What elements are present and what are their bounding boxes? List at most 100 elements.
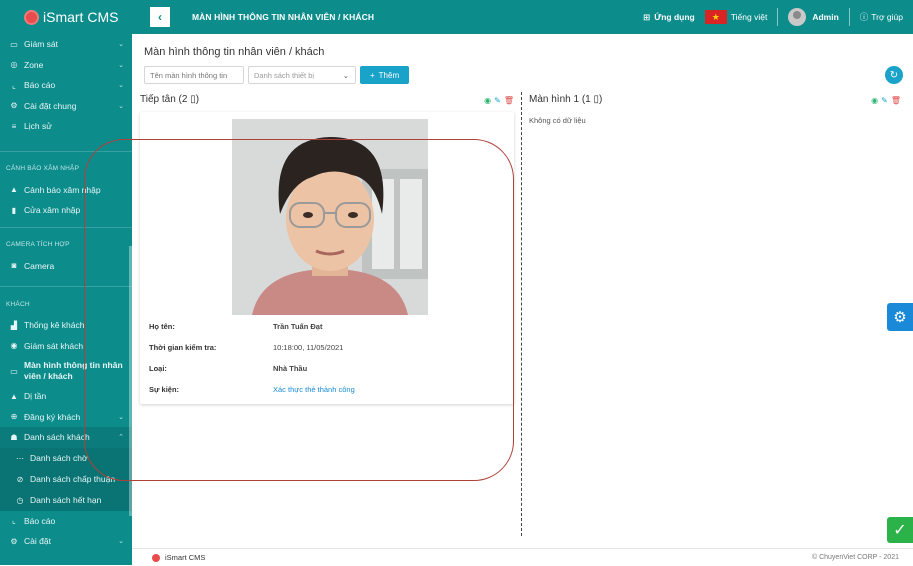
users-icon: ☗ [10,432,18,442]
check-icon: ✓ [893,522,907,539]
sidebar-item-label: Báo cáo [24,515,56,526]
separator [777,8,779,26]
chevron-down-icon: ⌄ [118,41,124,49]
sidebar-item-canh-bao-xam-nhap[interactable]: ▲ Cảnh báo xâm nhập [0,180,132,201]
sidebar-item-danh-sach-khach[interactable]: ☗ Danh sách khách ⌃ [0,427,132,448]
refresh-button[interactable]: ↻ [885,66,903,84]
chart-icon: ⌞ [12,80,16,90]
edit-icon[interactable]: ✎ [881,96,888,105]
sidebar-section-camera: CAMERA TÍCH HỢP [6,241,70,248]
view-icon[interactable]: ◉ [484,96,491,105]
empty-state-text: Không có dữ liệu [529,116,586,125]
screen-column-tiep-tan: Tiếp tân (2 ▯) ◉ ✎ 🗑 Họ tên: Trần Tuấn Đ… [138,92,520,536]
vietnam-flag-icon: ★ [704,10,727,24]
device-select-value: Danh sách thiết bị [254,70,315,80]
field-value[interactable]: Xác thực thẻ thành công [273,385,355,394]
dots-icon: ⋯ [16,453,24,463]
sidebar-item-label: Giám sát [24,39,59,50]
footer-copyright: © ChuyenViet CORP - 2021 [811,554,899,561]
sidebar-item-di-tan[interactable]: ▲ Dị tần [0,386,132,407]
sidebar-item-label: Cảnh báo xâm nhập [24,184,101,195]
sidebar-item-bao-cao[interactable]: ⌞ Báo cáo ⌄ [0,75,132,96]
logo-icon [26,11,37,23]
visitor-card[interactable]: Họ tên: Trần Tuấn Đạt Thời gian kiểm tra… [140,112,514,404]
sidebar-item-label: Danh sách chấp thuận [30,474,116,484]
delete-icon[interactable]: 🗑 [504,96,514,105]
sidebar-item-label: Dị tần [24,391,47,402]
search-input[interactable] [144,66,244,84]
gear-icon: ⚙ [893,309,907,326]
sidebar-item-cai-dat[interactable]: ⚙ Cài đặt ⌄ [0,531,132,552]
sidebar-item-giam-sat-khach[interactable]: ◉ Giám sát khách [0,336,132,357]
sidebar-item-label: Giám sát khách [24,340,84,351]
sidebar-item-label: Màn hình thông tin nhân viên / khách [24,360,123,381]
apps-menu[interactable]: ⊞ Ứng dụng [643,12,695,23]
gear-icon: ⚙ [10,101,18,111]
sidebar-item-label: Cài đặt [24,536,51,547]
help-icon: ⓘ [859,12,869,22]
sidebar-item-label: Cửa xâm nhập [24,205,81,216]
sidebar-top-group: ▭ Giám sát ⌄ ◎ Zone ⌄ ⌞ Báo cáo ⌄ ⚙ Cài … [0,34,132,137]
app-logo[interactable]: iSmart CMS [0,0,132,34]
avatar-icon [788,8,807,26]
top-bar: ‹ MÀN HÌNH THÔNG TIN NHÂN VIÊN / KHÁCH ⊞… [132,0,913,34]
footer: iSmart CMS © ChuyenViet CORP - 2021 [132,548,913,566]
field-label: Họ tên: [149,322,175,331]
sidebar-item-camera[interactable]: ◙ Camera [0,256,132,277]
field-label: Sự kiện: [149,385,180,394]
sidebar-item-thong-ke-khach[interactable]: ▟ Thống kê khách [0,315,132,336]
sidebar-subitem-danh-sach-chap-thuan[interactable]: ⊘ Danh sách chấp thuận [0,469,132,490]
user-menu[interactable]: Admin [788,8,839,26]
check-circle-icon: ⊘ [16,474,24,484]
sidebar-item-label: Cài đặt chung [24,100,77,111]
sidebar-item-bao-cao-2[interactable]: ⌞ Báo cáo [0,511,132,532]
screen-column-man-hinh-1: Màn hình 1 (1 ▯) ◉ ✎ 🗑 Không có dữ liệu [527,92,907,536]
sidebar-item-man-hinh-thong-tin[interactable]: ▭ Màn hình thông tin nhân viên / khách [0,356,132,386]
sidebar-item-label: Thống kê khách [24,320,85,331]
sidebar-item-giam-sat[interactable]: ▭ Giám sát ⌄ [0,34,132,55]
sidebar-item-label: Lịch sử [24,121,52,132]
toolbar: Danh sách thiết bị ⌄ + Thêm [144,66,410,84]
add-button[interactable]: + Thêm [360,66,410,84]
chevron-down-icon: ⌄ [118,413,124,421]
field-value: 10:18:00, 11/05/2021 [273,343,344,352]
visitor-field-check-time: Thời gian kiểm tra: 10:18:00, 11/05/2021 [149,343,509,352]
confirm-float-button[interactable]: ✓ [887,517,913,543]
device-select[interactable]: Danh sách thiết bị ⌄ [248,66,356,84]
sidebar-item-cai-dat-chung[interactable]: ⚙ Cài đặt chung ⌄ [0,96,132,117]
chevron-down-icon: ⌄ [118,102,124,110]
sidebar-item-dang-ky-khach[interactable]: ⊕ Đăng ký khách ⌄ [0,407,132,428]
delete-icon[interactable]: 🗑 [891,96,901,105]
sidebar-item-zone[interactable]: ◎ Zone ⌄ [0,55,132,76]
chart-icon: ⌞ [12,516,16,526]
sidebar-submenu: ⋯ Danh sách chờ ⊘ Danh sách chấp thuận ◷… [0,447,132,511]
view-icon[interactable]: ◉ [871,96,878,105]
list-icon: ≡ [11,121,17,131]
sidebar-item-label: Báo cáo [24,80,56,91]
clock-icon: ◷ [16,495,24,505]
plus-circle-icon: ⊕ [10,412,18,422]
settings-float-button[interactable]: ⚙ [887,303,913,331]
sidebar-subitem-danh-sach-het-han[interactable]: ◷ Danh sách hết hạn [0,490,132,511]
sidebar-item-label: Danh sách khách [24,432,90,443]
field-value: Trần Tuấn Đạt [273,322,323,331]
sidebar-divider [0,150,132,152]
separator [848,8,850,26]
monitor-icon: ▭ [10,39,18,49]
edit-icon[interactable]: ✎ [494,96,501,105]
back-button[interactable]: ‹ [150,7,170,27]
visitor-field-event: Sự kiện: Xác thực thẻ thành công [149,385,509,394]
help-link[interactable]: ⓘ Trợ giúp [860,11,903,23]
sidebar-item-lich-su[interactable]: ≡ Lịch sử [0,116,132,137]
chevron-up-icon: ⌃ [118,434,124,442]
sidebar-subitem-danh-sach-cho[interactable]: ⋯ Danh sách chờ [0,448,132,469]
language-selector[interactable]: ★ Tiếng việt [704,10,767,24]
sidebar-divider [0,226,132,228]
chevron-left-icon: ‹ [158,10,162,24]
sidebar-item-label: Đăng ký khách [24,411,81,422]
chevron-down-icon: ⌄ [118,82,124,90]
column-divider [521,92,522,536]
footer-brand-name: iSmart CMS [165,553,206,562]
sidebar-item-cua-xam-nhap[interactable]: ▮ Cửa xâm nhập [0,200,132,221]
logo-icon [152,553,160,562]
